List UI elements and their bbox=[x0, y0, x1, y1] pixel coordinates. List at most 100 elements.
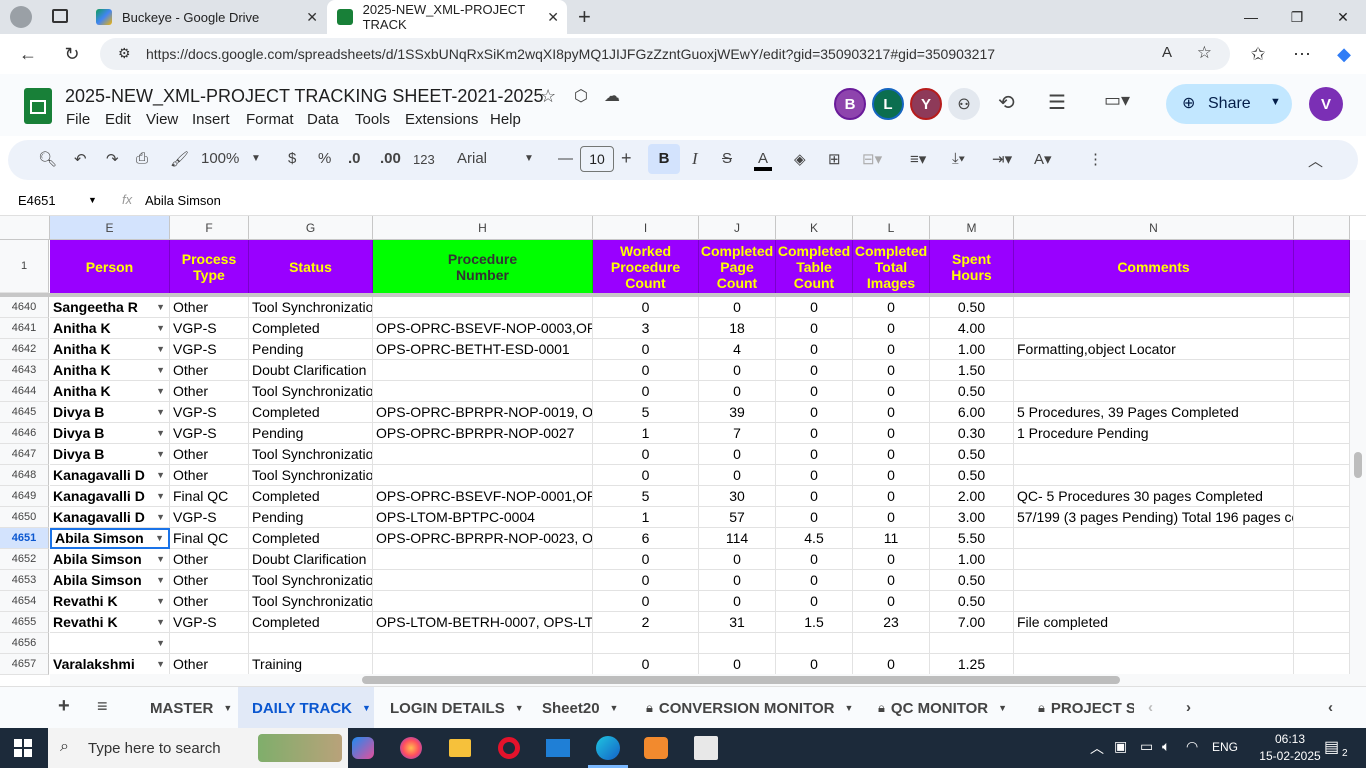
table-cell[interactable]: Doubt Clarification bbox=[249, 360, 373, 381]
scrollbar-thumb[interactable] bbox=[1354, 452, 1362, 478]
column-header[interactable]: F bbox=[170, 216, 249, 240]
table-cell[interactable]: Other bbox=[170, 549, 249, 570]
person-cell[interactable]: ▼ bbox=[50, 633, 170, 654]
table-cell[interactable]: 0 bbox=[853, 591, 930, 612]
table-cell[interactable]: 0.50 bbox=[930, 591, 1014, 612]
table-cell[interactable]: 0 bbox=[853, 486, 930, 507]
dropdown-chevron-icon[interactable]: ▼ bbox=[156, 591, 165, 611]
dropdown-chevron-icon[interactable]: ▼ bbox=[156, 444, 165, 464]
table-cell[interactable] bbox=[1014, 381, 1294, 402]
row-header[interactable]: 4643 bbox=[0, 360, 49, 381]
sheet-tab-sheet20[interactable]: Sheet20 ▼ bbox=[528, 687, 628, 729]
table-cell[interactable]: 23 bbox=[853, 612, 930, 633]
table-cell[interactable]: Tool Synchronization bbox=[249, 591, 373, 612]
table-cell[interactable]: Completed bbox=[249, 486, 373, 507]
table-cell[interactable]: 0 bbox=[699, 465, 776, 486]
table-cell[interactable] bbox=[1014, 528, 1294, 549]
column-header[interactable]: E bbox=[50, 216, 170, 240]
clock-date[interactable]: 15-02-2025 bbox=[1250, 749, 1330, 763]
edge-icon[interactable] bbox=[596, 736, 620, 760]
dropdown-chevron-icon[interactable]: ▼ bbox=[156, 549, 165, 569]
table-cell[interactable]: 6.00 bbox=[930, 402, 1014, 423]
table-cell[interactable] bbox=[1294, 465, 1350, 486]
scroll-tabs-left-icon[interactable]: ‹ bbox=[1148, 699, 1153, 716]
menu-insert[interactable]: Insert bbox=[192, 111, 230, 128]
table-cell[interactable]: Doubt Clarification bbox=[249, 549, 373, 570]
battery-icon[interactable]: ▭ bbox=[1140, 738, 1153, 755]
header-cell[interactable]: Completed Total Images bbox=[853, 240, 930, 293]
undo-icon[interactable]: ↶ bbox=[74, 150, 87, 168]
person-cell[interactable]: Divya B ▼ bbox=[50, 444, 170, 465]
table-cell[interactable]: Other bbox=[170, 570, 249, 591]
browser-tab-drive[interactable]: Buckeye - Google Drive ✕ bbox=[86, 0, 326, 34]
file-explorer-icon[interactable] bbox=[449, 739, 471, 757]
row-header[interactable]: 4647 bbox=[0, 444, 49, 465]
star-icon[interactable]: ☆ bbox=[1197, 43, 1212, 63]
table-cell[interactable]: 0 bbox=[699, 360, 776, 381]
table-cell[interactable]: 0 bbox=[776, 423, 853, 444]
borders-icon[interactable]: ⊞ bbox=[828, 150, 841, 168]
sheet-tab-qc-monitor[interactable]: 🔒︎ QC MONITOR ▼ bbox=[866, 687, 1026, 729]
collaborator-avatar[interactable]: L bbox=[872, 88, 904, 120]
table-cell[interactable] bbox=[1294, 297, 1350, 318]
table-cell[interactable]: 0 bbox=[776, 444, 853, 465]
header-cell[interactable]: Worked Procedure Count bbox=[593, 240, 699, 293]
dropdown-chevron-icon[interactable]: ▼ bbox=[155, 530, 164, 547]
menu-format[interactable]: Format bbox=[246, 111, 294, 128]
table-cell[interactable] bbox=[249, 633, 373, 654]
dropdown-chevron-icon[interactable]: ▼ bbox=[156, 381, 165, 401]
person-cell[interactable]: Abila Simson ▼ bbox=[50, 528, 170, 549]
table-cell[interactable]: VGP-S bbox=[170, 612, 249, 633]
header-cell[interactable]: Person bbox=[50, 240, 170, 293]
table-cell[interactable]: Other bbox=[170, 444, 249, 465]
person-cell[interactable]: Anitha K ▼ bbox=[50, 339, 170, 360]
table-cell[interactable]: 1 bbox=[593, 507, 699, 528]
reload-icon[interactable]: ↻ bbox=[58, 40, 86, 68]
row-header[interactable]: 4652 bbox=[0, 549, 49, 570]
table-cell[interactable]: 0 bbox=[593, 339, 699, 360]
table-cell[interactable]: 1.00 bbox=[930, 339, 1014, 360]
table-cell[interactable]: 0 bbox=[699, 381, 776, 402]
table-cell[interactable]: Other bbox=[170, 381, 249, 402]
table-cell[interactable] bbox=[1014, 570, 1294, 591]
menu-extensions[interactable]: Extensions bbox=[405, 111, 478, 128]
chevron-down-icon[interactable]: ▼ bbox=[88, 195, 97, 205]
dropdown-chevron-icon[interactable]: ▼ bbox=[156, 465, 165, 485]
table-cell[interactable]: 0 bbox=[776, 465, 853, 486]
person-cell[interactable]: Abila Simson ▼ bbox=[50, 549, 170, 570]
table-cell[interactable]: Pending bbox=[249, 339, 373, 360]
table-cell[interactable]: Other bbox=[170, 465, 249, 486]
formula-input[interactable]: Abila Simson bbox=[145, 193, 221, 208]
browser-tab-sheet[interactable]: 2025-NEW_XML-PROJECT TRACK ✕ bbox=[327, 0, 567, 34]
table-cell[interactable]: Pending bbox=[249, 507, 373, 528]
table-cell[interactable] bbox=[373, 591, 593, 612]
table-cell[interactable]: 0 bbox=[853, 360, 930, 381]
row-header[interactable]: 4650 bbox=[0, 507, 49, 528]
vertical-align-icon[interactable]: ⤓▾ bbox=[952, 150, 965, 167]
select-all-corner[interactable] bbox=[0, 216, 50, 240]
table-cell[interactable]: File completed bbox=[1014, 612, 1294, 633]
table-cell[interactable] bbox=[1294, 591, 1350, 612]
dropdown-chevron-icon[interactable]: ▼ bbox=[156, 570, 165, 590]
table-cell[interactable]: 0 bbox=[699, 549, 776, 570]
row-header[interactable]: 4653 bbox=[0, 570, 49, 591]
network-icon[interactable]: ▣ bbox=[1114, 738, 1127, 755]
table-cell[interactable]: 0 bbox=[853, 444, 930, 465]
person-cell[interactable]: Kanagavalli D ▼ bbox=[50, 486, 170, 507]
table-cell[interactable]: 30 bbox=[699, 486, 776, 507]
table-cell[interactable]: 0 bbox=[853, 318, 930, 339]
table-cell[interactable]: 4.00 bbox=[930, 318, 1014, 339]
menu-view[interactable]: View bbox=[146, 111, 178, 128]
profile-icon[interactable] bbox=[10, 6, 32, 28]
person-cell[interactable]: Revathi K ▼ bbox=[50, 591, 170, 612]
close-icon[interactable]: ✕ bbox=[306, 9, 318, 26]
dropdown-chevron-icon[interactable]: ▼ bbox=[156, 486, 165, 506]
person-cell[interactable]: Anitha K ▼ bbox=[50, 318, 170, 339]
table-cell[interactable]: 4 bbox=[699, 339, 776, 360]
collaborator-avatar[interactable]: Y bbox=[910, 88, 942, 120]
table-cell[interactable]: 5 bbox=[593, 402, 699, 423]
table-cell[interactable]: OPS-OPRC-BPRPR-NOP-0019, OP bbox=[373, 402, 593, 423]
table-cell[interactable]: 3 bbox=[593, 318, 699, 339]
table-cell[interactable]: 0 bbox=[776, 318, 853, 339]
strikethrough-button[interactable]: S bbox=[722, 150, 732, 167]
